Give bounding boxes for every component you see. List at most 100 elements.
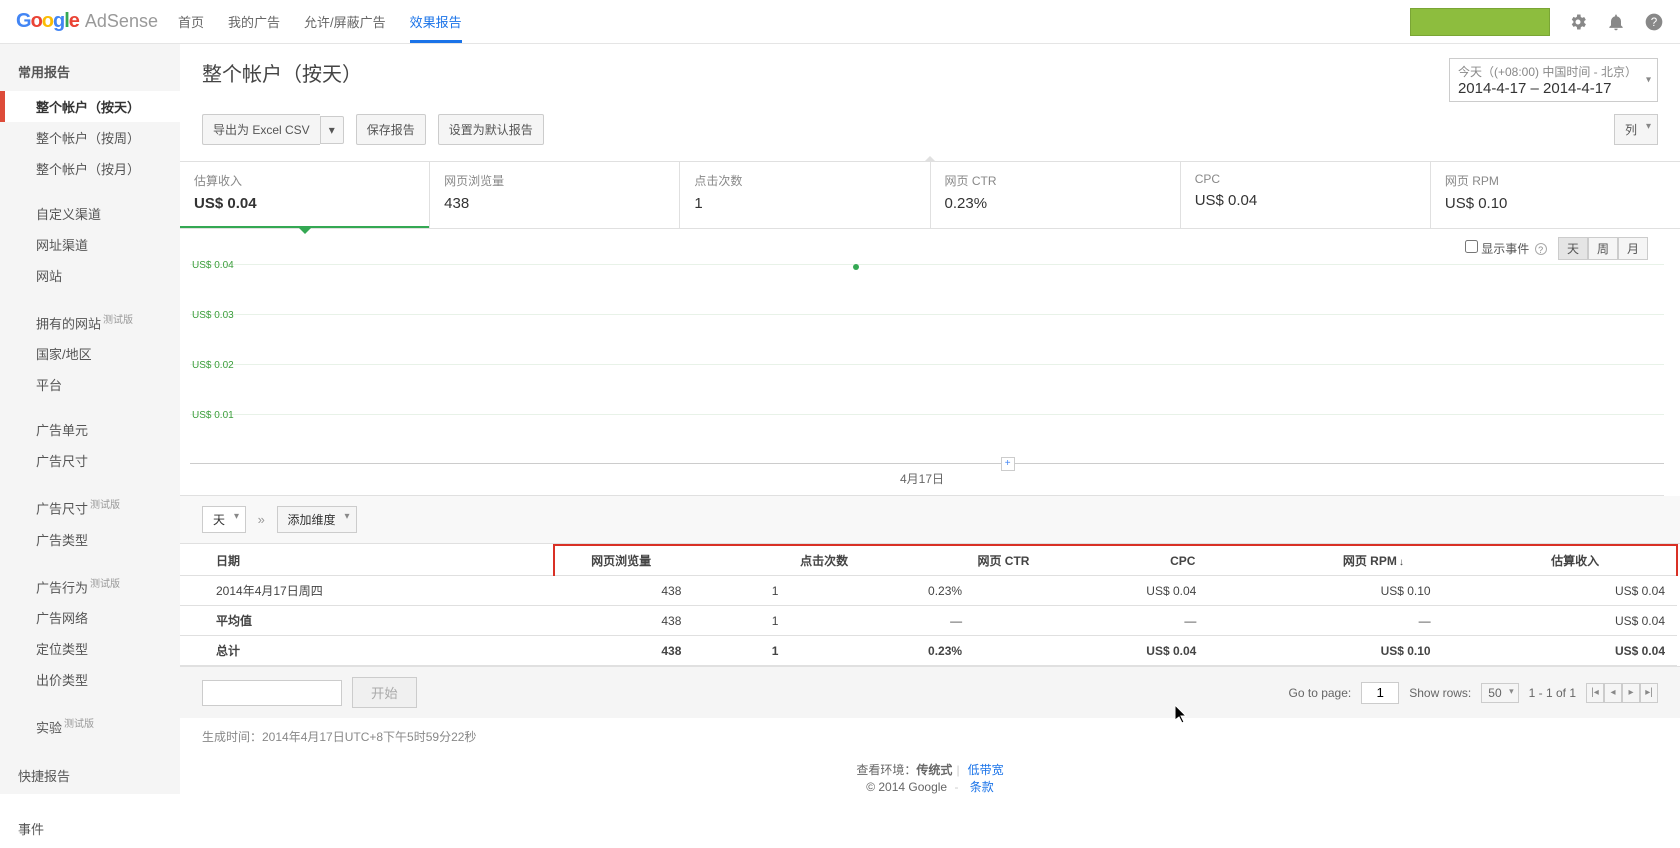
beta-badge: 测试版 xyxy=(90,579,120,590)
date-range-value: 2014-4-17 – 2014-4-17 xyxy=(1458,80,1637,97)
first-page-button[interactable]: |◂ xyxy=(1586,683,1604,703)
sidebar-item-sites[interactable]: 网站 xyxy=(0,260,180,291)
nav-allow[interactable]: 允许/屏蔽广告 xyxy=(304,0,386,43)
primary-nav: 首页 我的广告 允许/屏蔽广告 效果报告 xyxy=(178,0,462,43)
rows-select[interactable]: 50 xyxy=(1481,683,1518,703)
chart-area: 显示事件 ? 天 周 月 US$ 0.04 US$ 0.03 US$ 0.02 … xyxy=(180,229,1680,496)
main-content: 整个帐户（按天） 今天（(+08:00) 中国时间 - 北京） 2014-4-1… xyxy=(180,44,1680,815)
low-bandwidth-link[interactable]: 低带宽 xyxy=(968,763,1004,777)
add-dimension-button[interactable]: 添加维度 xyxy=(277,506,357,533)
col-date[interactable]: 日期 xyxy=(180,545,554,576)
sidebar-item-ad-network[interactable]: 广告网络 xyxy=(0,602,180,633)
show-events-checkbox[interactable]: 显示事件 xyxy=(1465,242,1529,256)
page-range: 1 - 1 of 1 xyxy=(1529,686,1576,700)
app-header: Google AdSense 首页 我的广告 允许/屏蔽广告 效果报告 ? xyxy=(0,0,1680,44)
table-total-row: 总计43810.23%US$ 0.04US$ 0.10US$ 0.04 xyxy=(180,636,1677,666)
last-page-button[interactable]: ▸| xyxy=(1640,683,1658,703)
sort-desc-icon: ↓ xyxy=(1399,557,1404,568)
logo: Google AdSense xyxy=(16,10,158,33)
pager: 开始 Go to page: Show rows: 50 1 - 1 of 1 … xyxy=(180,666,1680,718)
sidebar-item-url-channel[interactable]: 网址渠道 xyxy=(0,229,180,260)
save-report-button[interactable]: 保存报告 xyxy=(356,114,426,145)
table-avg-row: 平均值4381———US$ 0.04 xyxy=(180,606,1677,636)
filter-input[interactable] xyxy=(202,680,342,706)
showrows-label: Show rows: xyxy=(1409,686,1471,700)
sidebar-item-ad-unit[interactable]: 广告单元 xyxy=(0,414,180,445)
set-default-button[interactable]: 设置为默认报告 xyxy=(438,114,544,145)
footer: 查看环境：传统式|低带宽 © 2014 Google - 条款 xyxy=(180,755,1680,815)
view-week-button[interactable]: 周 xyxy=(1588,237,1618,260)
metric-cpc[interactable]: CPC US$ 0.04 xyxy=(1180,162,1430,228)
view-day-button[interactable]: 天 xyxy=(1558,237,1588,260)
sidebar-item-ad-type[interactable]: 广告类型 xyxy=(0,524,180,555)
beta-badge: 测试版 xyxy=(64,719,94,730)
table-row: 2014年4月17日周四43810.23%US$ 0.04US$ 0.10US$… xyxy=(180,576,1677,606)
data-point xyxy=(853,264,859,270)
metric-revenue[interactable]: 估算收入 US$ 0.04 xyxy=(180,162,429,228)
chart-x-label: 4月17日 xyxy=(180,464,1664,496)
sidebar-item-account-month[interactable]: 整个帐户（按月） xyxy=(0,153,180,184)
gear-icon[interactable] xyxy=(1568,12,1588,32)
generation-time: 生成时间：2014年4月17日UTC+8下午5时59分22秒 xyxy=(180,718,1680,755)
goto-label: Go to page: xyxy=(1289,686,1352,700)
sidebar-item-bid-type[interactable]: 出价类型 xyxy=(0,664,180,695)
metric-clicks[interactable]: 点击次数 1 xyxy=(679,162,929,228)
sidebar-item-ad-behavior[interactable]: 广告行为测试版 xyxy=(0,569,180,602)
dimension-separator: » xyxy=(258,512,265,527)
nav-myads[interactable]: 我的广告 xyxy=(228,0,280,43)
help-icon[interactable]: ? xyxy=(1644,12,1664,32)
start-button[interactable]: 开始 xyxy=(352,677,417,708)
col-clicks[interactable]: 点击次数 xyxy=(734,546,913,575)
help-icon[interactable]: ? xyxy=(1535,243,1547,255)
col-ctr[interactable]: 网页 CTR xyxy=(914,546,1093,575)
svg-text:?: ? xyxy=(1651,16,1658,29)
sidebar-item-custom-channel[interactable]: 自定义渠道 xyxy=(0,198,180,229)
sidebar-quick-reports[interactable]: 快捷报告 xyxy=(0,756,180,795)
sidebar-item-platform[interactable]: 平台 xyxy=(0,369,180,400)
col-rpm[interactable]: 网页 RPM↓ xyxy=(1272,546,1474,575)
sidebar-item-ad-size-beta[interactable]: 广告尺寸测试版 xyxy=(0,490,180,523)
sidebar-events[interactable]: 事件 xyxy=(0,809,180,848)
sidebar-item-owned-sites[interactable]: 拥有的网站测试版 xyxy=(0,305,180,338)
sidebar-heading: 常用报告 xyxy=(0,56,180,91)
col-revenue[interactable]: 估算收入 xyxy=(1474,546,1676,575)
page-input[interactable] xyxy=(1361,682,1399,704)
adsense-wordmark: AdSense xyxy=(85,11,158,32)
view-month-button[interactable]: 月 xyxy=(1618,237,1648,260)
export-dropdown-button[interactable]: ▾ xyxy=(320,116,344,144)
sidebar-item-country[interactable]: 国家/地区 xyxy=(0,338,180,369)
add-metric-icon[interactable]: + xyxy=(1001,457,1015,471)
date-range-label: 今天（(+08:00) 中国时间 - 北京） xyxy=(1458,63,1637,80)
sidebar-item-account-week[interactable]: 整个帐户（按周） xyxy=(0,122,180,153)
beta-badge: 测试版 xyxy=(90,500,120,511)
report-table: 日期 网页浏览量 点击次数 网页 CTR CPC 网页 RPM↓ 估算收入 20… xyxy=(180,544,1678,666)
sidebar-item-ad-size[interactable]: 广告尺寸 xyxy=(0,445,180,476)
nav-home[interactable]: 首页 xyxy=(178,0,204,43)
metric-rpm[interactable]: 网页 RPM US$ 0.10 xyxy=(1430,162,1680,228)
page-title: 整个帐户（按天） xyxy=(202,58,1449,87)
next-page-button[interactable]: ▸ xyxy=(1622,683,1640,703)
col-pageviews[interactable]: 网页浏览量 xyxy=(555,546,734,575)
metric-pageviews[interactable]: 网页浏览量 438 xyxy=(429,162,679,228)
columns-button[interactable]: 列▾ xyxy=(1614,114,1658,145)
sidebar-item-experiments[interactable]: 实验测试版 xyxy=(0,709,180,742)
sidebar-item-account-day[interactable]: 整个帐户（按天） xyxy=(0,91,180,122)
nav-reports[interactable]: 效果报告 xyxy=(410,0,462,43)
col-cpc[interactable]: CPC xyxy=(1093,546,1272,575)
dimension-select[interactable]: 天 xyxy=(202,506,246,533)
dimension-bar: 天 » 添加维度 xyxy=(180,496,1680,544)
terms-link[interactable]: 条款 xyxy=(970,780,994,794)
beta-badge: 测试版 xyxy=(103,315,133,326)
account-indicator[interactable] xyxy=(1410,8,1550,36)
metric-ctr[interactable]: 网页 CTR 0.23% xyxy=(930,162,1180,228)
header-actions: ? xyxy=(1410,8,1664,36)
google-logo: Google xyxy=(16,10,79,33)
sidebar-item-targeting[interactable]: 定位类型 xyxy=(0,633,180,664)
chart-canvas: US$ 0.04 US$ 0.03 US$ 0.02 US$ 0.01 + xyxy=(190,264,1664,464)
metric-strip: 估算收入 US$ 0.04 网页浏览量 438 点击次数 1 网页 CTR 0.… xyxy=(180,161,1680,229)
prev-page-button[interactable]: ◂ xyxy=(1604,683,1622,703)
export-button[interactable]: 导出为 Excel CSV xyxy=(202,114,320,145)
bell-icon[interactable] xyxy=(1606,12,1626,32)
date-range-picker[interactable]: 今天（(+08:00) 中国时间 - 北京） 2014-4-17 – 2014-… xyxy=(1449,58,1658,102)
sidebar: 常用报告 整个帐户（按天） 整个帐户（按周） 整个帐户（按月） 自定义渠道 网址… xyxy=(0,44,180,794)
